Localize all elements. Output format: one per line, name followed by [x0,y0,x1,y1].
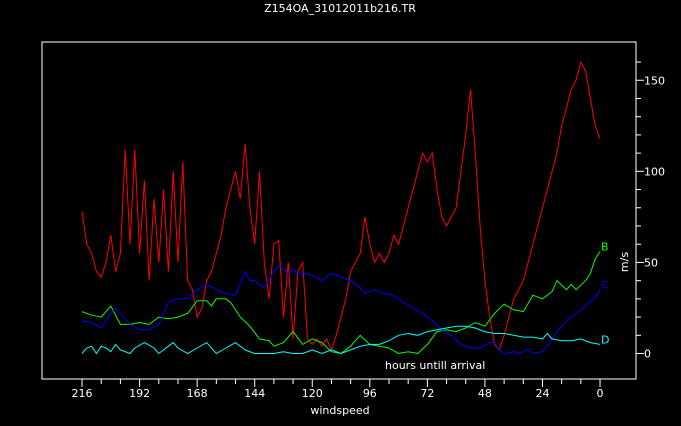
series-label-D: D [601,333,609,346]
x-tick-label: 24 [535,387,549,400]
x-tick-label: 96 [363,387,377,400]
windspeed-chart: Z154OA_31012011b216.TR 216 192 168 144 120 96… [41,2,665,417]
x-tick-label: 72 [420,387,434,400]
y-tick-label: 0 [644,347,651,360]
y-tick-label: 100 [644,165,665,178]
x-tick-label: 216 [72,387,93,400]
y-axis: 0 50 100 150 [636,61,665,360]
series-line-C [81,265,601,355]
series-label-B: B [601,240,609,253]
series-line-A [81,60,601,352]
series-line-B [81,251,601,355]
x-tick-label: 168 [187,387,208,400]
x-tick-label: 120 [302,387,323,400]
y-tick-label: 150 [644,74,665,87]
y-tick-label: 50 [644,256,658,269]
plot-frame [41,41,637,380]
x-tick-label: 0 [597,387,604,400]
series-group: B C D [81,60,610,355]
x-tick-label: 192 [129,387,150,400]
chart-title: Z154OA_31012011b216.TR [264,2,416,15]
x-tick-label: 48 [478,387,492,400]
y-axis-label: m/s [618,252,631,272]
x-axis: 216 192 168 144 120 96 72 48 24 0 [72,379,604,400]
series-line-D [81,325,601,355]
series-label-C: C [601,279,609,292]
annotation-hours-until-arrival: hours untill arrival [385,359,485,372]
x-axis-label: windspeed [310,404,369,417]
x-tick-label: 144 [244,387,265,400]
